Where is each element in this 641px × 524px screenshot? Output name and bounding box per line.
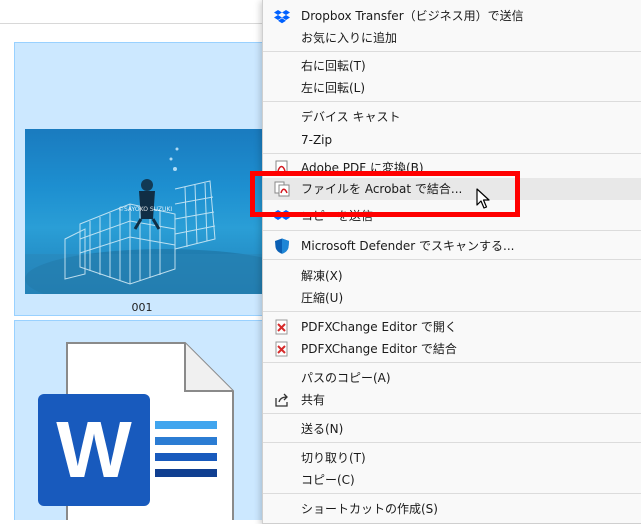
- menu-separator: [263, 442, 641, 443]
- menu-item-copy-path[interactable]: パスのコピー(A): [263, 367, 641, 389]
- menu-item-label: 左に回転(L): [301, 81, 366, 95]
- share-icon: [275, 393, 288, 407]
- file-tile-001[interactable]: ©SAYOKO SUZUKI 001: [14, 42, 270, 316]
- menu-item-create-shortcut[interactable]: ショートカットの作成(S): [263, 498, 641, 520]
- menu-item-label: PDFXChange Editor で開く: [301, 320, 457, 334]
- file-tile-word-document[interactable]: W: [14, 320, 270, 520]
- pdfxchange-icon: [275, 319, 288, 335]
- menu-item-add-favorite[interactable]: お気に入りに追加: [263, 27, 641, 49]
- menu-item-label: デバイス キャスト: [301, 110, 401, 124]
- menu-item-dropbox-transfer[interactable]: Dropbox Transfer（ビジネス用）で送信: [263, 5, 641, 27]
- menu-item-label: Microsoft Defender でスキャンする...: [301, 239, 515, 253]
- menu-item-device-cast[interactable]: デバイス キャスト: [263, 106, 641, 128]
- menu-separator: [263, 413, 641, 414]
- menu-separator: [263, 101, 641, 102]
- menu-separator: [263, 230, 641, 231]
- menu-item-cut[interactable]: 切り取り(T): [263, 447, 641, 469]
- menu-item-label: Dropbox Transfer（ビジネス用）で送信: [301, 9, 524, 23]
- pdfxchange-icon: [275, 341, 288, 357]
- menu-item-defender-scan[interactable]: Microsoft Defender でスキャンする...: [263, 235, 641, 257]
- menu-item-label: 送る(N): [301, 422, 344, 436]
- mouse-cursor-icon: [476, 188, 490, 209]
- menu-item-label: 解凍(X): [301, 269, 343, 283]
- menu-item-label: パスのコピー(A): [301, 371, 391, 385]
- menu-separator: [263, 493, 641, 494]
- menu-item-label: ショートカットの作成(S): [301, 502, 438, 516]
- menu-separator: [263, 51, 641, 52]
- menu-item-share[interactable]: 共有: [263, 389, 641, 411]
- photo-watermark: ©SAYOKO SUZUKI: [118, 206, 173, 213]
- menu-item-pdfxchange-open[interactable]: PDFXChange Editor で開く: [263, 316, 641, 338]
- menu-item-pdfxchange-combine[interactable]: PDFXChange Editor で結合: [263, 338, 641, 360]
- context-menu: Dropbox Transfer（ビジネス用）で送信 お気に入りに追加 右に回転…: [262, 0, 641, 524]
- word-letter-w: W: [56, 405, 132, 494]
- menu-item-label: 共有: [301, 393, 326, 407]
- photo-thumbnail: ©SAYOKO SUZUKI: [25, 129, 263, 294]
- menu-separator: [263, 259, 641, 260]
- file-name-label: 001: [131, 301, 153, 314]
- defender-shield-icon: [275, 238, 289, 254]
- menu-item-label: 右に回転(T): [301, 59, 366, 73]
- menu-separator: [263, 311, 641, 312]
- menu-item-7zip[interactable]: 7-Zip: [263, 129, 641, 151]
- menu-item-extract[interactable]: 解凍(X): [263, 265, 641, 287]
- menu-item-copy[interactable]: コピー(C): [263, 469, 641, 491]
- menu-item-label: 7-Zip: [301, 133, 333, 147]
- menu-item-label: PDFXChange Editor で結合: [301, 342, 457, 356]
- menu-item-label: 圧縮(U): [301, 291, 344, 305]
- menu-item-send-to[interactable]: 送る(N): [263, 418, 641, 440]
- menu-separator: [263, 362, 641, 363]
- menu-item-label: コピー(C): [301, 473, 355, 487]
- menu-item-rotate-right[interactable]: 右に回転(T): [263, 55, 641, 77]
- menu-item-rotate-left[interactable]: 左に回転(L): [263, 77, 641, 99]
- menu-separator: [263, 153, 641, 154]
- menu-item-label: 切り取り(T): [301, 451, 366, 465]
- dropbox-icon: [274, 10, 290, 24]
- menu-item-label: お気に入りに追加: [301, 31, 398, 45]
- menu-item-compress[interactable]: 圧縮(U): [263, 287, 641, 309]
- header-divider: [0, 23, 270, 24]
